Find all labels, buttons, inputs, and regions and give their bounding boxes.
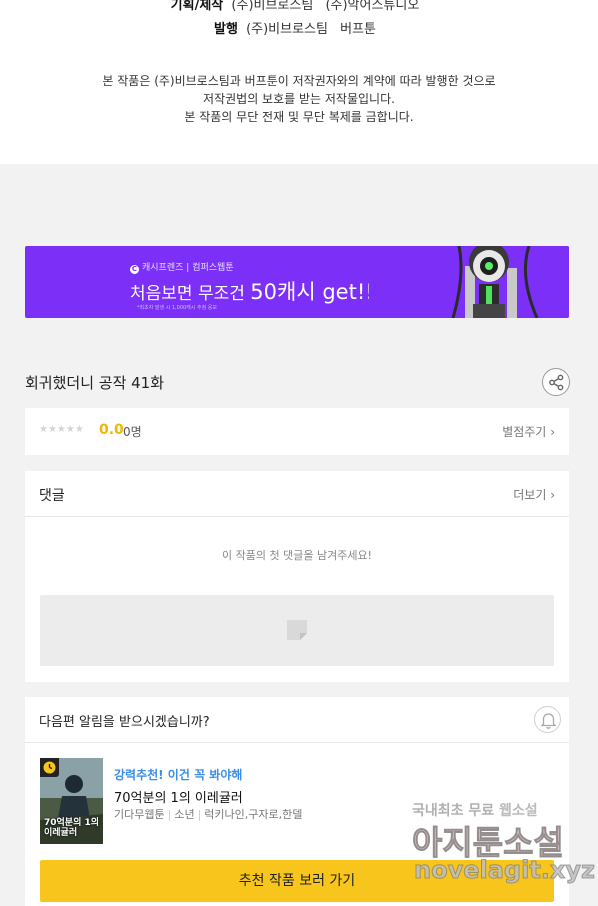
banner-headline: 처음보면 무조건 50캐시 get!! xyxy=(130,276,374,306)
write-comment-icon xyxy=(287,620,307,640)
robot-character-illustration xyxy=(369,246,569,318)
banner-headline-prefix: 처음보면 무조건 xyxy=(130,284,245,304)
chevron-right-icon: › xyxy=(550,425,555,439)
next-episode-notify-card: 다음편 알림을 받으시겠습니까? 70억분의 1의 이레귤러 강력추천! 이건 … xyxy=(25,697,569,906)
rate-button-label: 별점주기 xyxy=(502,425,547,439)
credit-company: (주)비브로스팀 xyxy=(246,22,328,37)
copyright-notice: 본 작품은 (주)비브로스팀과 버프툰이 저작권자와의 계약에 따라 발행한 것… xyxy=(0,72,598,126)
rating-score: 0.0 xyxy=(99,422,124,438)
share-icon xyxy=(549,374,564,391)
credit-publish: 발행 (주)비브로스팀 버프툰 xyxy=(0,18,598,37)
comments-empty-message: 이 작품의 첫 댓글을 남겨주세요! xyxy=(222,549,372,562)
comment-input-box[interactable] xyxy=(40,595,554,666)
comments-header: 댓글 더보기 › xyxy=(25,471,569,517)
recommendation-meta: 기다무웹툰 | 소년 | 럭키나인,구자로,한델 xyxy=(114,806,302,822)
notify-question: 다음편 알림을 받으시겠습니까? xyxy=(39,715,210,730)
credit-publish-label: 발행 xyxy=(214,22,238,37)
meta-divider: | xyxy=(167,808,172,821)
episode-title: 회귀했더니 공작 41화 xyxy=(25,374,165,392)
meta-divider: | xyxy=(197,808,202,821)
share-button[interactable] xyxy=(542,368,570,396)
cashfriends-logo-icon: C xyxy=(130,265,139,274)
credit-planning: 기획/제작 (주)비브로스팀 (주)악어스튜디오 xyxy=(0,0,598,13)
bell-icon xyxy=(540,713,557,729)
view-recommendation-button[interactable]: 추천 작품 보러 가기 xyxy=(40,860,554,902)
banner-headline-amount: 50캐시 get!! xyxy=(250,280,374,304)
comments-card: 댓글 더보기 › 이 작품의 첫 댓글을 남겨주세요! xyxy=(25,471,569,682)
meta-category: 기다무웹툰 xyxy=(114,808,165,821)
wait-free-badge xyxy=(40,758,59,777)
meta-authors: 럭키나인,구자로,한델 xyxy=(204,808,303,821)
banner-partner-name: 컴퍼스웹툰 xyxy=(192,263,234,273)
rating-count: 0명 xyxy=(123,425,142,439)
notify-bell-button[interactable] xyxy=(534,706,561,733)
credit-company: (주)악어스튜디오 xyxy=(325,0,420,13)
promo-banner[interactable]: C 캐시프렌즈 | 컴퍼스웹툰 처음보면 무조건 50캐시 get!! *최초자 … xyxy=(25,246,569,318)
recommendation-tag: 강력추천! 이건 꼭 봐야해 xyxy=(114,768,243,782)
banner-fineprint: *최초자 발생 시 1,000캐시 추첨 응모 xyxy=(137,305,217,311)
comments-title: 댓글 xyxy=(39,488,65,504)
cover-title-text: 70억분의 1의 이레귤러 xyxy=(44,818,100,838)
rate-button[interactable]: 별점주기 › xyxy=(502,423,555,440)
credit-company: (주)비브로스팀 xyxy=(231,0,314,13)
chevron-right-icon: › xyxy=(550,488,555,502)
notice-line: 본 작품은 (주)비브로스팀과 버프툰이 저작권자와의 계약에 따라 발행한 것… xyxy=(102,74,496,88)
notice-line: 본 작품의 무단 전재 및 무단 복제를 금합니다. xyxy=(184,110,414,124)
banner-brand: C 캐시프렌즈 | 컴퍼스웹툰 xyxy=(130,260,234,274)
recommended-cover-image[interactable]: 70억분의 1의 이레귤러 xyxy=(40,758,103,844)
recommendation-title[interactable]: 70억분의 1의 이레귤러 xyxy=(114,787,243,806)
more-link-label: 더보기 xyxy=(513,488,547,502)
credits-section: 기획/제작 (주)비브로스팀 (주)악어스튜디오 발행 (주)비브로스팀 버프툰… xyxy=(0,0,598,164)
notify-header: 다음편 알림을 받으시겠습니까? xyxy=(25,697,569,743)
meta-genre: 소년 xyxy=(174,808,195,821)
credit-planning-label: 기획/제작 xyxy=(170,0,224,13)
banner-brand-name: 캐시프렌즈 xyxy=(142,263,184,273)
clock-icon xyxy=(43,761,56,774)
star-rating-icons: ★★★★★ xyxy=(39,424,84,435)
rating-card: ★★★★★ 0.0 0명 별점주기 › xyxy=(25,408,569,455)
comments-more-button[interactable]: 더보기 › xyxy=(513,486,555,503)
credit-company: 버프툰 xyxy=(340,22,376,37)
banner-brand-separator: | xyxy=(186,263,190,273)
notice-line: 저작권법의 보호를 받는 저작물입니다. xyxy=(203,92,395,106)
